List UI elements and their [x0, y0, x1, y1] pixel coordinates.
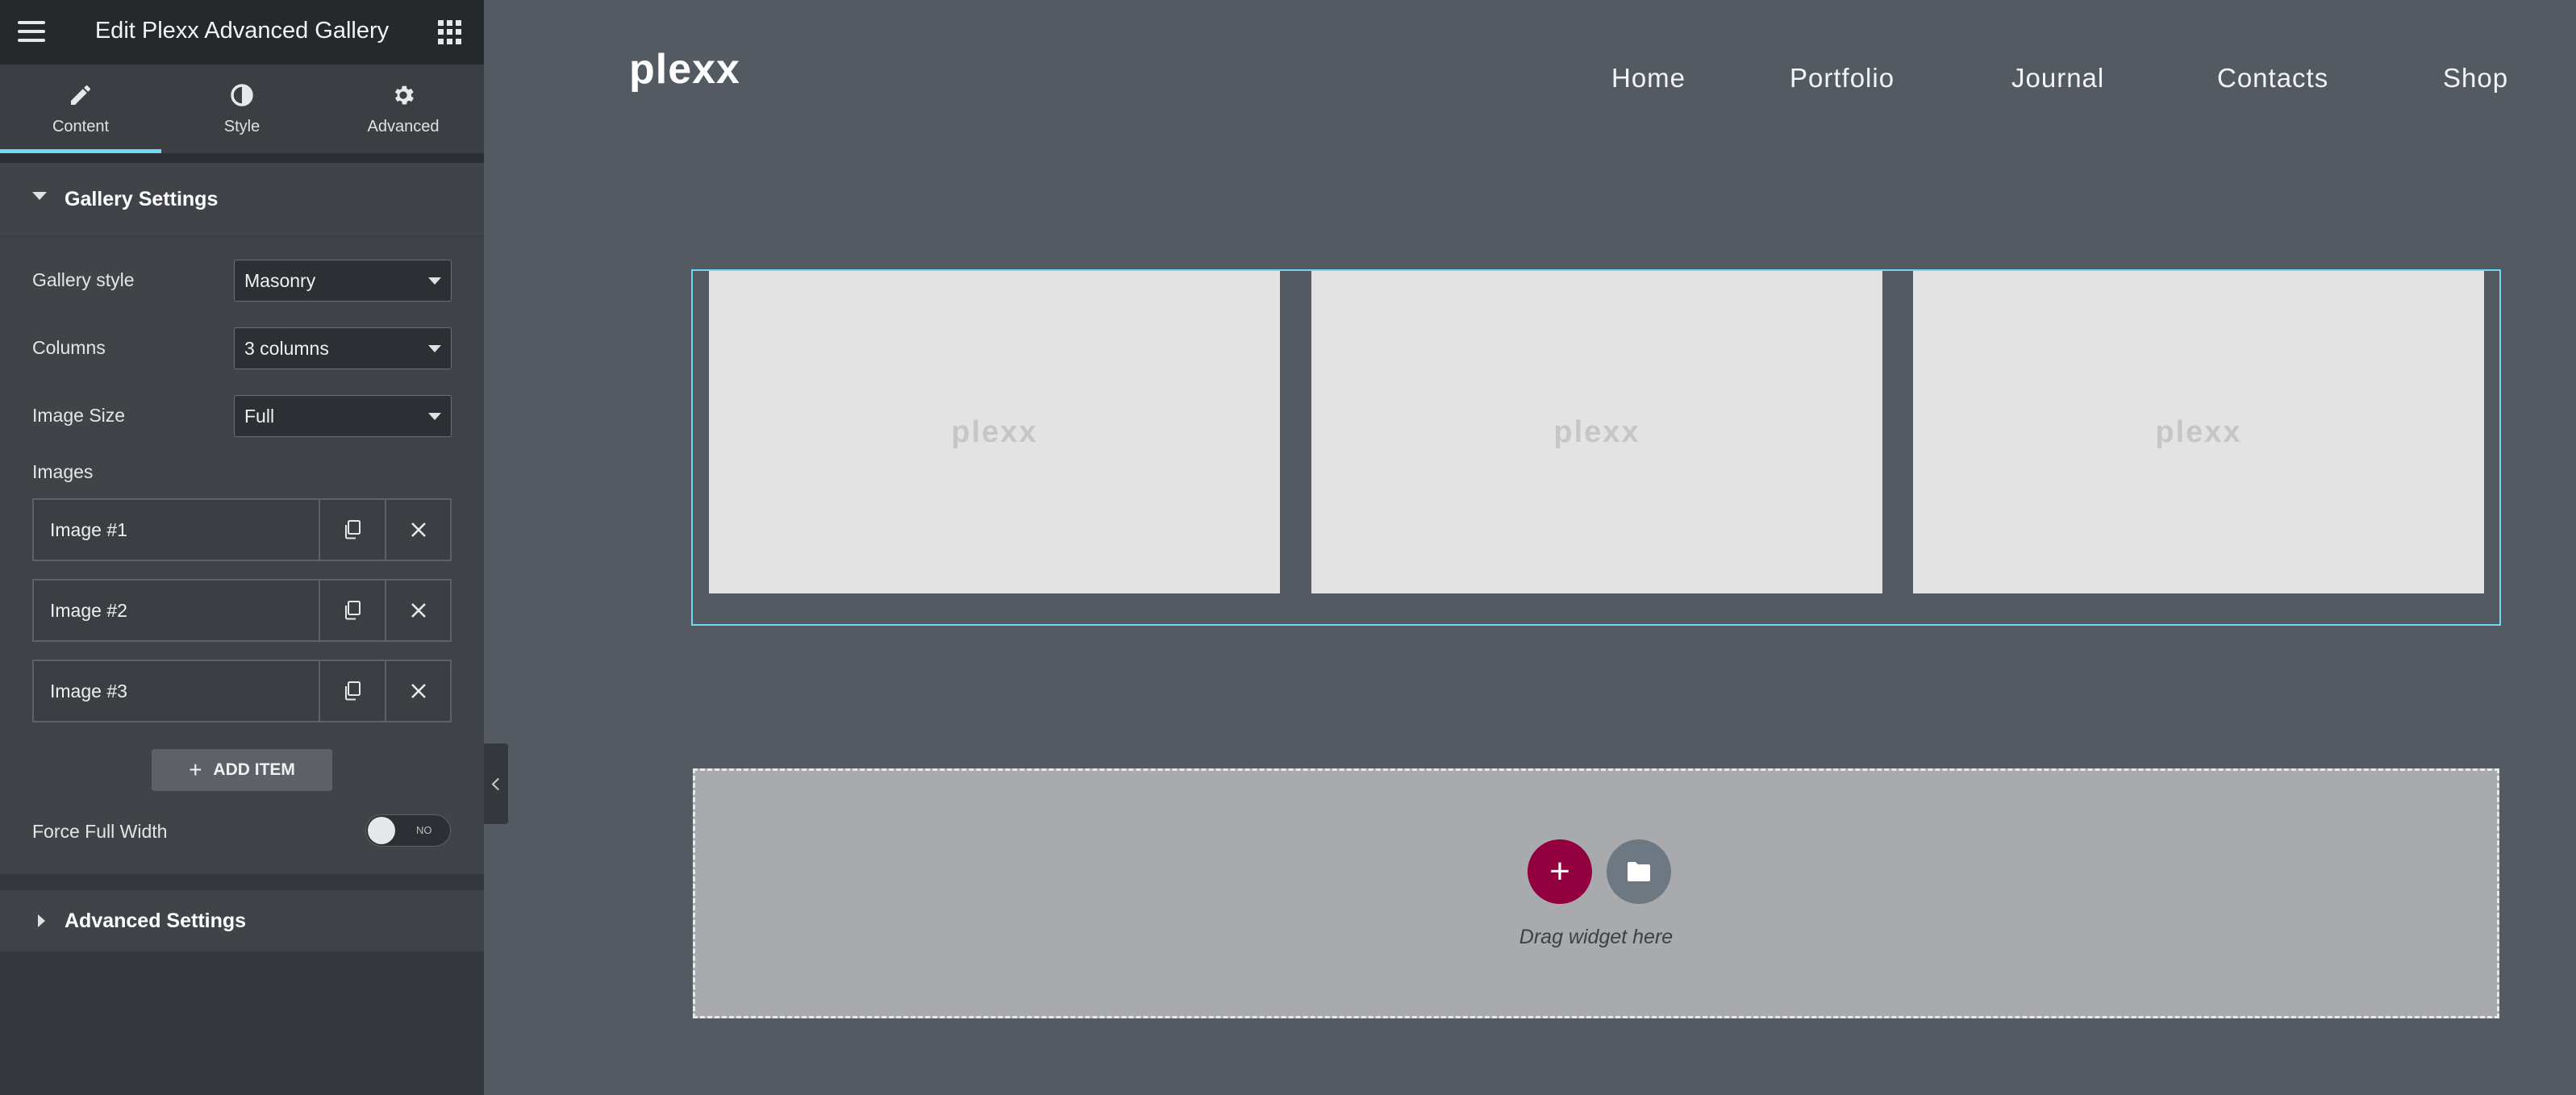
- force-full-width-switch[interactable]: NO: [365, 814, 451, 847]
- site-logo[interactable]: plexx: [629, 48, 740, 90]
- collapse-panel-button[interactable]: [484, 743, 508, 824]
- plus-icon: +: [1549, 851, 1570, 891]
- close-icon: [411, 684, 426, 698]
- select-value: Masonry: [244, 270, 316, 291]
- panel-title: Edit Plexx Advanced Gallery: [94, 18, 390, 44]
- switch-knob: [368, 817, 395, 844]
- select-value: Full: [244, 406, 275, 427]
- repeater-item[interactable]: Image #2: [32, 579, 452, 642]
- template-library-button[interactable]: [1607, 839, 1671, 904]
- gallery-settings-section: Gallery Settings Gallery style Masonry C…: [0, 163, 484, 874]
- repeater-item-title: Image #3: [50, 681, 127, 702]
- nav-item-journal[interactable]: Journal: [2011, 63, 2104, 94]
- copy-icon: [345, 520, 361, 539]
- nav-item-portfolio[interactable]: Portfolio: [1790, 63, 1894, 94]
- close-icon: [411, 603, 426, 618]
- image-size-select[interactable]: Full: [234, 395, 452, 437]
- repeater-item[interactable]: Image #1: [32, 498, 452, 561]
- force-full-width-label: Force Full Width: [32, 821, 168, 842]
- gear-icon: [323, 82, 484, 110]
- nav-item-home[interactable]: Home: [1611, 63, 1686, 94]
- chevron-down-icon: [428, 277, 441, 285]
- gallery-settings-header[interactable]: Gallery Settings: [0, 163, 484, 235]
- caret-down-icon: [32, 192, 47, 200]
- remove-button[interactable]: [385, 500, 450, 560]
- chevron-down-icon: [428, 345, 441, 352]
- nav-item-contacts[interactable]: Contacts: [2217, 63, 2328, 94]
- folder-icon: [1628, 862, 1650, 881]
- duplicate-button[interactable]: [319, 581, 385, 640]
- duplicate-button[interactable]: [319, 500, 385, 560]
- chevron-down-icon: [428, 413, 441, 420]
- duplicate-button[interactable]: [319, 661, 385, 721]
- advanced-settings-header[interactable]: Advanced Settings: [0, 890, 484, 951]
- tab-style[interactable]: Style: [161, 65, 323, 153]
- divider: [0, 874, 484, 890]
- half-circle-icon: [161, 82, 323, 110]
- tab-content[interactable]: Content: [0, 65, 161, 153]
- advanced-settings-section: Advanced Settings: [0, 890, 484, 951]
- gallery-style-label: Gallery style: [32, 269, 135, 290]
- select-value: 3 columns: [244, 338, 329, 359]
- repeater-item-title: Image #1: [50, 519, 127, 540]
- panel-tabs: Content Style Advanced: [0, 65, 484, 153]
- add-item-button[interactable]: + ADD ITEM: [152, 749, 332, 791]
- chevron-left-icon: [491, 777, 505, 790]
- tab-label: Style: [223, 118, 261, 135]
- columns-select[interactable]: 3 columns: [234, 327, 452, 369]
- caret-right-icon: [38, 914, 45, 927]
- gallery-image[interactable]: plexx: [1913, 271, 2484, 593]
- placeholder-logo: plexx: [1553, 414, 1640, 449]
- dropzone-hint: Drag widget here: [1519, 926, 1674, 948]
- panel-header: Edit Plexx Advanced Gallery: [0, 0, 484, 65]
- gallery-style-select[interactable]: Masonry: [234, 260, 452, 302]
- gallery-widget[interactable]: plexx plexx plexx: [691, 269, 2501, 626]
- placeholder-logo: plexx: [951, 414, 1038, 449]
- image-size-label: Image Size: [32, 405, 126, 426]
- remove-button[interactable]: [385, 581, 450, 640]
- tab-label: Advanced: [367, 118, 440, 135]
- columns-label: Columns: [32, 337, 106, 358]
- widget-dropzone[interactable]: + Drag widget here: [693, 768, 2499, 1018]
- switch-state: NO: [416, 824, 432, 836]
- tab-label: Content: [52, 118, 110, 135]
- placeholder-logo: plexx: [2155, 414, 2242, 449]
- divider: [0, 153, 484, 163]
- repeater-item[interactable]: Image #3: [32, 660, 452, 722]
- editor-panel: Edit Plexx Advanced Gallery Content Styl…: [0, 0, 484, 1095]
- nav-item-shop[interactable]: Shop: [2443, 63, 2508, 94]
- close-icon: [411, 523, 426, 537]
- widgets-grid-icon[interactable]: [438, 20, 462, 44]
- tab-advanced[interactable]: Advanced: [323, 65, 484, 153]
- remove-button[interactable]: [385, 661, 450, 721]
- gallery-image[interactable]: plexx: [1311, 271, 1882, 593]
- add-item-label: ADD ITEM: [213, 760, 295, 779]
- images-label: Images: [32, 461, 94, 482]
- section-title: Gallery Settings: [65, 188, 219, 210]
- plus-icon: +: [189, 757, 202, 782]
- gallery-image[interactable]: plexx: [709, 271, 1280, 593]
- copy-icon: [345, 681, 361, 701]
- divider: [0, 235, 484, 237]
- copy-icon: [345, 601, 361, 620]
- add-section-button[interactable]: +: [1528, 839, 1592, 904]
- section-title: Advanced Settings: [65, 910, 247, 932]
- pencil-icon: [0, 82, 161, 110]
- repeater-item-title: Image #2: [50, 600, 127, 621]
